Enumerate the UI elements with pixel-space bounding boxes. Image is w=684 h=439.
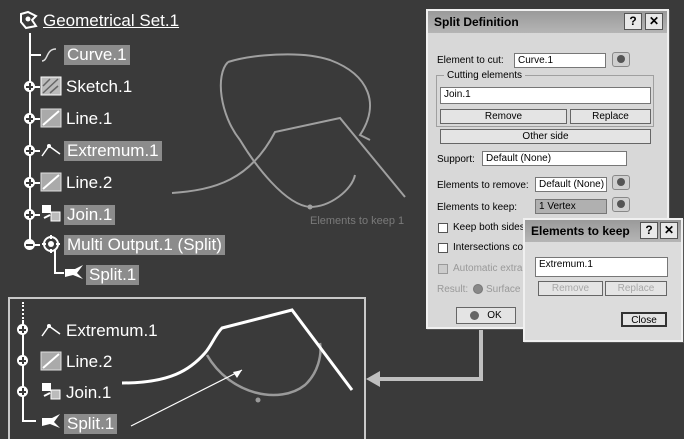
help-button[interactable]: ?	[640, 222, 658, 239]
ok-icon	[470, 310, 480, 320]
inset-gray-curve[interactable]	[205, 342, 322, 397]
intersections-checkbox[interactable]	[438, 243, 448, 253]
elements-to-keep-list[interactable]: Extremum.1	[535, 257, 668, 277]
element-to-cut-field[interactable]: Curve.1	[514, 53, 606, 68]
replace-button[interactable]: Replace	[570, 109, 651, 124]
help-button[interactable]: ?	[624, 13, 642, 30]
pointer-arrow	[130, 369, 243, 427]
ok-label: OK	[487, 310, 502, 321]
keep-both-sides-label: Keep both sides	[453, 222, 525, 233]
keep-both-sides-checkbox[interactable]	[438, 223, 448, 233]
list-icon[interactable]	[612, 197, 630, 212]
surface-radio[interactable]	[473, 284, 483, 294]
elements-to-remove-field[interactable]: Default (None)	[535, 177, 607, 192]
elements-to-remove-label: Elements to remove:	[437, 180, 529, 191]
remove-button[interactable]: Remove	[538, 281, 603, 296]
close-dialog-button[interactable]: Close	[621, 312, 667, 327]
list-icon[interactable]	[612, 175, 630, 190]
connector-arrowhead	[366, 371, 380, 387]
automatic-label: Automatic extra	[453, 263, 523, 274]
cutting-elements-list[interactable]: Join.1	[440, 87, 651, 104]
close-button[interactable]: ✕	[645, 13, 663, 30]
support-field[interactable]: Default (None)	[482, 151, 627, 166]
remove-button[interactable]: Remove	[440, 109, 567, 124]
close-button[interactable]: ✕	[660, 222, 678, 239]
support-label: Support:	[437, 154, 475, 165]
other-side-button[interactable]: Other side	[440, 129, 651, 144]
surface-label: Surface	[486, 284, 521, 295]
result-label: Result:	[437, 284, 469, 295]
elements-to-keep-dialog: Elements to keep ? ✕ Extremum.1 Remove R…	[523, 218, 683, 342]
inset-vertex[interactable]	[255, 397, 261, 403]
intersections-label: Intersections co	[453, 242, 524, 253]
automatic-checkbox[interactable]	[438, 264, 448, 274]
select-icon[interactable]	[612, 52, 630, 67]
pointer-arrowhead	[233, 370, 242, 378]
cutting-elements-label: Cutting elements	[444, 70, 526, 81]
replace-button[interactable]: Replace	[605, 281, 667, 296]
element-to-cut-label: Element to cut:	[437, 55, 504, 66]
elements-to-keep-field[interactable]: 1 Vertex	[535, 199, 607, 214]
elements-to-keep-label: Elements to keep:	[437, 202, 518, 213]
connector-arrow	[378, 325, 483, 381]
ok-button[interactable]: OK	[456, 307, 516, 324]
